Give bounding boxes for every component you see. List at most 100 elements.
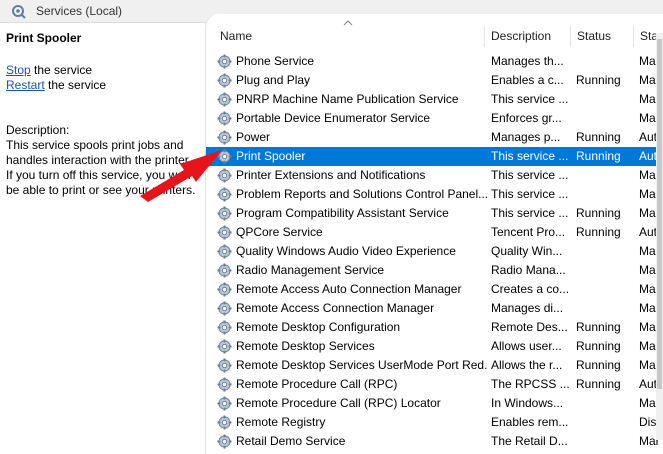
service-name: Plug and Play: [236, 73, 311, 87]
service-name: Quality Windows Audio Video Experience: [236, 244, 456, 258]
service-row[interactable]: Phone Service Manages th... Mar: [206, 52, 663, 71]
service-gear-icon: [217, 301, 232, 316]
service-description-cell: Allows user...: [491, 339, 562, 353]
stop-action-row: Stop the service: [6, 63, 92, 77]
service-status: [576, 432, 638, 451]
service-row[interactable]: Remote Registry Enables rem... Disa: [206, 413, 663, 432]
service-description-cell: Radio Mana...: [491, 263, 566, 277]
service-gear-icon: [217, 130, 232, 145]
service-row[interactable]: Remote Procedure Call (RPC) Locator In Wi…: [206, 394, 663, 413]
service-name: Phone Service: [236, 54, 315, 68]
restart-action-row: Restart the service: [6, 78, 106, 92]
service-gear-icon: [217, 168, 232, 183]
service-name: Print Spooler: [236, 149, 306, 163]
service-row[interactable]: Plug and Play Enables a c... Running Mar: [206, 71, 663, 90]
service-row[interactable]: Remote Access Connection Manager Manages …: [206, 299, 663, 318]
service-description-cell: Manages p...: [491, 130, 561, 144]
service-status: [576, 185, 638, 204]
service-description-cell: This service ...: [491, 187, 569, 201]
scrollbar-thumb[interactable]: [657, 39, 662, 389]
service-name: Remote Desktop Configuration: [236, 320, 401, 334]
service-row[interactable]: Retail Demo Service The Retail D... Mar: [206, 432, 663, 451]
service-status: [576, 280, 638, 299]
service-gear-icon: [217, 263, 232, 278]
column-header-row: Name Description Status Star: [206, 26, 663, 47]
service-name: Remote Procedure Call (RPC): [236, 377, 398, 391]
service-row[interactable]: PNRP Machine Name Publication Service Thi…: [206, 90, 663, 109]
service-gear-icon: [217, 73, 232, 88]
service-gear-icon: [217, 225, 232, 240]
service-row[interactable]: Power Manages p... Running Auto: [206, 128, 663, 147]
stop-service-link[interactable]: Stop: [6, 63, 31, 77]
service-status: [576, 394, 638, 413]
service-status: Running: [576, 225, 621, 239]
service-status: [576, 166, 638, 185]
restart-service-link[interactable]: Restart: [6, 78, 45, 92]
service-row[interactable]: Print Spooler This service ... Running Auto: [206, 147, 663, 166]
service-description-cell: Tencent Pro...: [491, 225, 566, 239]
service-name: Retail Demo Service: [236, 434, 346, 448]
service-row[interactable]: Remote Desktop Configuration Remote Des..…: [206, 318, 663, 337]
service-row[interactable]: Remote Access Auto Connection Manager Cre…: [206, 280, 663, 299]
service-row[interactable]: QPCore Service Tencent Pro... Running Auto: [206, 223, 663, 242]
column-header-name[interactable]: Name: [214, 26, 485, 47]
service-description-cell: Manages th...: [491, 54, 564, 68]
vertical-scrollbar[interactable]: [656, 33, 663, 440]
service-status: Running: [576, 73, 621, 87]
service-gear-icon: [217, 54, 232, 69]
service-status: [576, 413, 638, 432]
services-list-pane: Name Description Status Star Phone Servi…: [205, 14, 663, 454]
service-description-cell: This service ...: [491, 206, 569, 220]
service-description-cell: Enforces gr...: [491, 111, 562, 125]
service-name: Remote Access Auto Connection Manager: [236, 282, 462, 296]
restart-action-text: the service: [44, 78, 107, 92]
service-name: Remote Desktop Services: [236, 339, 375, 353]
service-status: Running: [576, 377, 621, 391]
service-name: PNRP Machine Name Publication Service: [236, 92, 459, 106]
service-description-cell: The Retail D...: [491, 434, 568, 448]
service-name: Remote Desktop Services UserMode Port Re…: [236, 358, 488, 372]
service-gear-icon: [217, 149, 232, 164]
services-gear-icon: [12, 5, 26, 19]
service-gear-icon: [217, 92, 232, 107]
column-header-status[interactable]: Status: [571, 26, 634, 47]
service-gear-icon: [217, 434, 232, 449]
service-row[interactable]: Portable Device Enumerator Service Enforc…: [206, 109, 663, 128]
service-row[interactable]: Radio Management Service Radio Mana... Mar: [206, 261, 663, 280]
service-description-cell: Manages di...: [491, 301, 564, 315]
service-gear-icon: [217, 282, 232, 297]
service-description-cell: Allows the r...: [491, 358, 563, 372]
service-gear-icon: [217, 187, 232, 202]
service-name: Program Compatibility Assistant Service: [236, 206, 449, 220]
service-gear-icon: [217, 358, 232, 373]
service-row[interactable]: Printer Extensions and Notifications This…: [206, 166, 663, 185]
service-name: Power: [236, 130, 271, 144]
service-description: This service spools print jobs and handl…: [6, 138, 197, 197]
service-status: Running: [576, 206, 621, 220]
column-header-description[interactable]: Description: [485, 26, 571, 47]
service-row[interactable]: Remote Desktop Services UserMode Port Re…: [206, 356, 663, 375]
service-gear-icon: [217, 377, 232, 392]
service-name: Remote Access Connection Manager: [236, 301, 435, 315]
service-description-cell: This service ...: [491, 92, 569, 106]
service-description-cell: This service ...: [491, 149, 569, 163]
service-row[interactable]: Program Compatibility Assistant Service T…: [206, 204, 663, 223]
service-status: [576, 299, 638, 318]
service-row[interactable]: Quality Windows Audio Video Experience Qu…: [206, 242, 663, 261]
service-name: QPCore Service: [236, 225, 323, 239]
stop-action-text: the service: [30, 63, 93, 77]
service-gear-icon: [217, 415, 232, 430]
service-description-cell: Enables a c...: [491, 73, 564, 87]
service-status: [576, 242, 638, 261]
service-gear-icon: [217, 206, 232, 221]
service-status: Running: [576, 320, 621, 334]
service-status: Running: [576, 149, 621, 163]
service-status: [576, 109, 638, 128]
service-description-cell: In Windows...: [491, 396, 564, 410]
service-details-pane: Print Spooler Stop the service Restart t…: [0, 23, 205, 440]
service-row[interactable]: Problem Reports and Solutions Control Pa…: [206, 185, 663, 204]
service-row[interactable]: Remote Desktop Services Allows user... Run…: [206, 337, 663, 356]
service-name: Printer Extensions and Notifications: [236, 168, 426, 182]
service-row[interactable]: Remote Procedure Call (RPC) The RPCSS ...…: [206, 375, 663, 394]
selected-service-title: Print Spooler: [6, 31, 82, 45]
